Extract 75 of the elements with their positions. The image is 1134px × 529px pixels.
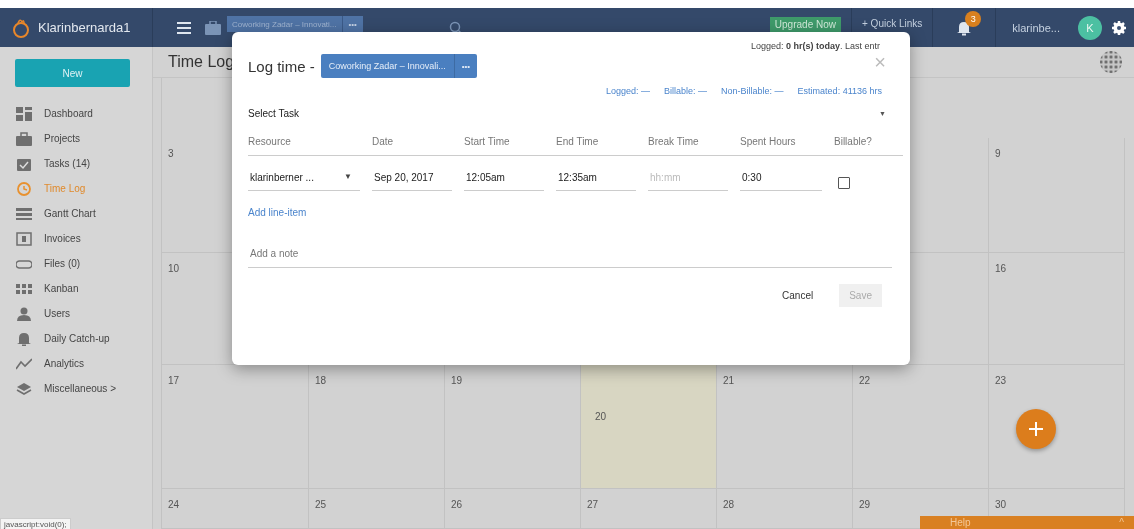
sidebar-item[interactable]: Gantt Chart	[0, 201, 152, 226]
day-number: 30	[995, 499, 1007, 510]
dialog-title: Log time -	[248, 57, 315, 75]
day-number: 21	[723, 375, 735, 386]
day-number: 20	[595, 411, 607, 422]
column-header: Break Time	[648, 136, 740, 156]
day-number: 3	[168, 148, 174, 159]
sidebar-item[interactable]: Kanban	[0, 276, 152, 301]
menu-icon[interactable]	[177, 21, 191, 34]
column-header: Billable?	[834, 136, 903, 156]
day-number: 25	[315, 499, 327, 510]
stat-text: Billable: —	[664, 86, 708, 96]
day-number: 22	[859, 375, 871, 386]
add-line-item-link[interactable]: Add line-item	[248, 207, 307, 218]
column-header: Resource	[248, 136, 372, 156]
user-name[interactable]: klarinbe...	[1012, 21, 1060, 34]
start-time-field[interactable]: 12:05am	[464, 168, 544, 191]
break-time-field[interactable]: hh:mm	[648, 168, 728, 191]
day-number: 26	[451, 499, 463, 510]
sidebar-item[interactable]: Users	[0, 301, 152, 326]
layers-icon	[16, 381, 32, 396]
sidebar-item[interactable]: Dashboard	[0, 101, 152, 126]
stat-text: Non-Billable: —	[721, 86, 784, 96]
caret-icon: ^	[1119, 516, 1124, 529]
sidebar-item[interactable]: Invoices	[0, 226, 152, 251]
briefcase-icon	[16, 131, 32, 146]
day-number: 16	[995, 263, 1007, 274]
dialog-button[interactable]: Cancel	[772, 284, 824, 307]
dashboard-icon	[16, 106, 32, 121]
settings-icon[interactable]	[1112, 20, 1126, 35]
date-field[interactable]: Sep 20, 2017	[372, 168, 452, 191]
line-chart-icon	[16, 356, 32, 371]
sidebar-item[interactable]: Tasks (14)	[0, 151, 152, 176]
briefcase-icon	[205, 20, 221, 35]
sidebar-item[interactable]: Daily Catch-up	[0, 326, 152, 351]
brand-name: Klarinbernarda1	[38, 20, 131, 35]
column-header: Date	[372, 136, 464, 156]
sidebar-item[interactable]: Files (0)	[0, 251, 152, 276]
bell-icon	[16, 331, 32, 346]
more-button[interactable]: •••	[453, 54, 478, 78]
checklist-icon	[16, 156, 32, 171]
day-number: 24	[168, 499, 180, 510]
billable-checkbox[interactable]	[838, 177, 850, 189]
day-number: 27	[587, 499, 599, 510]
day-number: 18	[315, 375, 327, 386]
grid-menu-button[interactable]	[1100, 51, 1122, 73]
stat-text: Estimated: 41136 hrs	[797, 86, 882, 96]
caret-icon: ▼	[344, 172, 352, 183]
day-number: 9	[995, 148, 1001, 159]
column-header: Start Time	[464, 136, 556, 156]
sidebar-item[interactable]: Analytics	[0, 351, 152, 376]
day-number: 17	[168, 375, 180, 386]
search-icon[interactable]	[448, 20, 463, 35]
stat-text: Logged: —	[606, 86, 651, 96]
column-header: End Time	[556, 136, 648, 156]
clock-icon	[16, 181, 32, 196]
bell-icon[interactable]	[957, 19, 972, 36]
status-url: javascript:void(0);	[0, 518, 71, 529]
day-number: 28	[723, 499, 735, 510]
day-number: 29	[859, 499, 871, 510]
resource-dropdown[interactable]: klarinberner ... ▼	[248, 168, 360, 191]
plus-icon	[1029, 422, 1043, 436]
notification-badge: 3	[965, 11, 982, 27]
person-icon	[16, 306, 32, 321]
sidebar-item[interactable]: Miscellaneous >	[0, 376, 152, 401]
grid-icon	[16, 281, 32, 296]
day-number: 19	[451, 375, 463, 386]
day-number: 10	[168, 263, 180, 274]
project-selector[interactable]: Coworking Zadar – Innovali...	[320, 54, 454, 78]
column-header: Spent Hours	[740, 136, 834, 156]
spent-hours-field[interactable]: 0:30	[740, 168, 822, 191]
end-time-field[interactable]: 12:35am	[556, 168, 636, 191]
sidebar-item[interactable]: Projects	[0, 126, 152, 151]
bars-icon	[16, 206, 32, 221]
day-number: 23	[995, 375, 1007, 386]
